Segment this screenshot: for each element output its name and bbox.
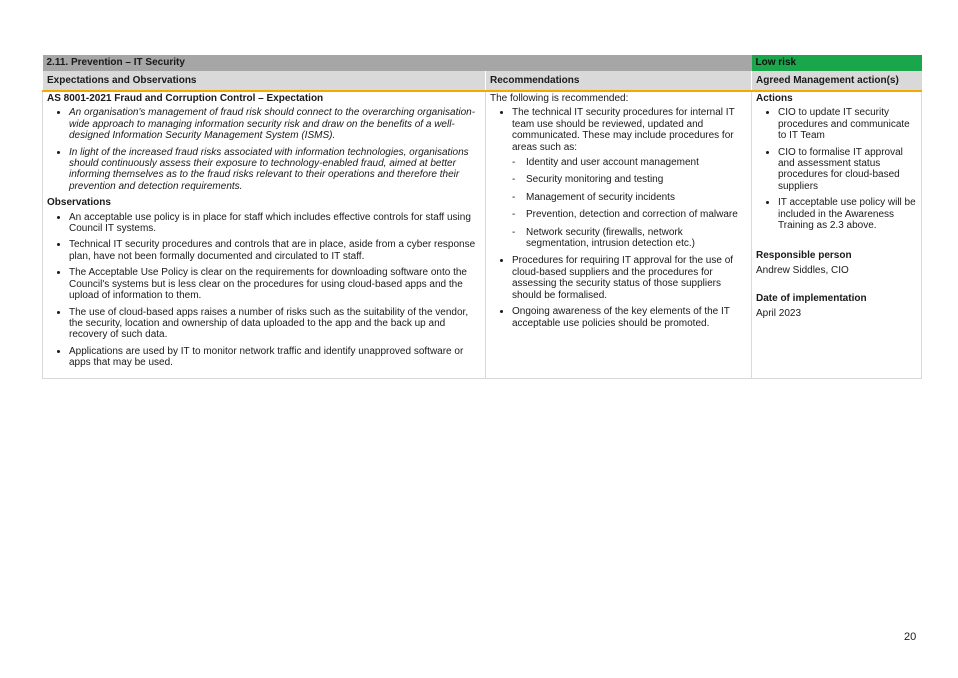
risk-rating-badge: Low risk	[751, 55, 922, 71]
list-item: Applications are used by IT to monitor n…	[69, 346, 481, 369]
actions-list: CIO to update IT security procedures and…	[756, 107, 917, 231]
observations-heading: Observations	[47, 197, 111, 209]
header-actions: Agreed Management action(s)	[751, 71, 922, 92]
list-item: Ongoing awareness of the key elements of…	[512, 306, 747, 329]
recommendation-text: The technical IT security procedures for…	[512, 107, 735, 153]
expectations-cell: AS 8001-2021 Fraud and Corruption Contro…	[42, 90, 486, 379]
list-item: An acceptable use policy is in place for…	[69, 212, 481, 235]
list-item: Network security (firewalls, network seg…	[512, 227, 747, 250]
observations-list: An acceptable use policy is in place for…	[47, 212, 481, 369]
list-item: IT acceptable use policy will be include…	[778, 197, 917, 231]
list-item: In light of the increased fraud risks as…	[69, 147, 481, 193]
list-item: The use of cloud-based apps raises a num…	[69, 307, 481, 341]
column-header-row: Expectations and Observations Recommenda…	[42, 71, 922, 92]
list-item: An organisation's management of fraud ri…	[69, 107, 481, 141]
list-item: Management of security incidents	[512, 192, 747, 204]
recommendations-cell: The following is recommended: The techni…	[485, 90, 752, 379]
content-row: AS 8001-2021 Fraud and Corruption Contro…	[42, 90, 922, 379]
list-item: CIO to formalise IT approval and assessm…	[778, 147, 917, 193]
list-item: The technical IT security procedures for…	[512, 107, 747, 249]
recommendations-list: The technical IT security procedures for…	[490, 107, 747, 329]
expectation-heading: AS 8001-2021 Fraud and Corruption Contro…	[47, 93, 324, 104]
responsible-person: Andrew Siddles, CIO	[756, 264, 849, 276]
list-item: CIO to update IT security procedures and…	[778, 107, 917, 141]
implementation-date-label: Date of implementation	[756, 293, 867, 305]
recommendations-intro: The following is recommended:	[490, 93, 629, 104]
actions-cell: Actions CIO to update IT security proced…	[751, 90, 922, 379]
list-item: Technical IT security procedures and con…	[69, 239, 481, 262]
prevention-it-security-table: 2.11. Prevention – IT Security Low risk …	[42, 55, 922, 379]
actions-heading: Actions	[756, 93, 793, 104]
procedure-areas-list: Identity and user account management Sec…	[512, 157, 747, 249]
responsible-person-label: Responsible person	[756, 250, 852, 262]
header-recommendations: Recommendations	[485, 71, 752, 92]
list-item: The Acceptable Use Policy is clear on th…	[69, 267, 481, 301]
section-title: 2.11. Prevention – IT Security	[42, 55, 752, 71]
list-item: Prevention, detection and correction of …	[512, 209, 747, 221]
implementation-date: April 2023	[756, 307, 802, 319]
header-expectations: Expectations and Observations	[42, 71, 486, 92]
list-item: Identity and user account management	[512, 157, 747, 169]
list-item: Security monitoring and testing	[512, 174, 747, 186]
section-title-row: 2.11. Prevention – IT Security Low risk	[42, 55, 922, 71]
page-number: 20	[904, 631, 917, 643]
expectation-list: An organisation's management of fraud ri…	[47, 107, 481, 192]
list-item: Procedures for requiring IT approval for…	[512, 255, 747, 301]
